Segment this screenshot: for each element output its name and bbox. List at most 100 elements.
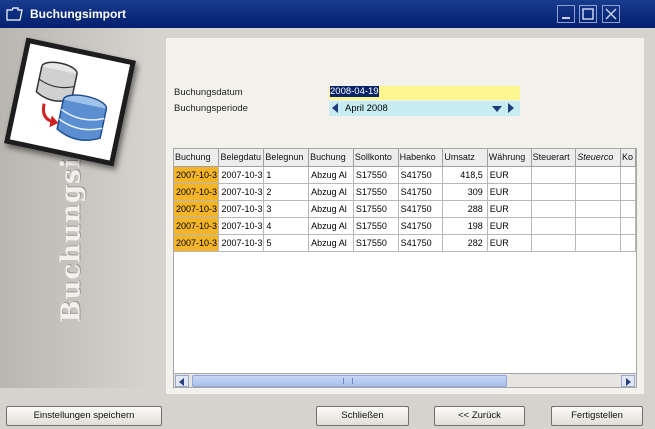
buchungsdatum-label: Buchungsdatum xyxy=(174,87,243,98)
table-cell[interactable]: S41750 xyxy=(398,234,444,252)
table-cell[interactable] xyxy=(531,183,577,201)
table-cell[interactable]: 2007-10-3 xyxy=(174,166,220,184)
table-cell[interactable] xyxy=(620,166,636,184)
table-cell[interactable] xyxy=(531,217,577,235)
title-bar[interactable]: Buchungsimport xyxy=(0,0,655,28)
previous-period-icon[interactable] xyxy=(332,103,338,113)
scrollbar-thumb[interactable] xyxy=(192,375,507,387)
table-cell[interactable]: Abzug Al xyxy=(308,217,354,235)
back-button[interactable]: << Zurück xyxy=(434,406,525,426)
table-cell[interactable]: Abzug Al xyxy=(308,166,354,184)
maximize-icon xyxy=(582,8,594,20)
database-import-logo xyxy=(3,37,137,167)
table-cell[interactable]: S17550 xyxy=(353,217,399,235)
table-cell[interactable] xyxy=(575,166,621,184)
save-settings-button[interactable]: Einstellungen speichern xyxy=(6,406,162,426)
table-cell[interactable]: S17550 xyxy=(353,166,399,184)
close-icon xyxy=(605,8,617,20)
scroll-right-icon[interactable] xyxy=(621,375,635,387)
table-cell[interactable]: 2007-10-3 xyxy=(174,217,220,235)
table-row[interactable]: 2007-10-3 2007-10-3 5 Abzug Al S17550 S4… xyxy=(174,234,636,252)
table-cell[interactable]: Abzug Al xyxy=(308,234,354,252)
database-transfer-icon xyxy=(35,61,108,141)
table-cell[interactable]: S17550 xyxy=(353,234,399,252)
table-cell[interactable] xyxy=(620,217,636,235)
table-row[interactable]: 2007-10-3 2007-10-3 3 Abzug Al S17550 S4… xyxy=(174,200,636,218)
table-cell[interactable]: 1 xyxy=(263,166,310,184)
table-cell[interactable]: Abzug Al xyxy=(308,200,354,218)
table-cell[interactable]: Abzug Al xyxy=(308,183,354,201)
table-cell[interactable]: 198 xyxy=(442,217,488,235)
table-cell[interactable] xyxy=(575,200,621,218)
column-header[interactable]: Währung xyxy=(487,149,532,167)
minimize-button[interactable] xyxy=(557,5,575,23)
table-cell[interactable]: S41750 xyxy=(398,217,444,235)
table-cell[interactable] xyxy=(531,166,577,184)
table-cell[interactable]: 4 xyxy=(263,217,310,235)
close-window-button[interactable] xyxy=(602,5,620,23)
wizard-side-panel: Buchungsimport xyxy=(0,28,150,388)
column-header[interactable]: Belegnun xyxy=(263,149,310,167)
table-cell[interactable]: 2007-10-3 xyxy=(218,183,265,201)
table-cell[interactable]: S41750 xyxy=(398,166,444,184)
table-row[interactable]: 2007-10-3 2007-10-3 4 Abzug Al S17550 S4… xyxy=(174,217,636,235)
column-header[interactable]: Habenko xyxy=(398,149,444,167)
column-header[interactable]: Steuerart xyxy=(531,149,577,167)
column-header[interactable]: Umsatz xyxy=(442,149,488,167)
table-cell[interactable] xyxy=(620,234,636,252)
column-header[interactable]: Sollkonto xyxy=(353,149,399,167)
table-cell[interactable]: 2007-10-3 xyxy=(218,166,265,184)
table-cell[interactable]: 2007-10-3 xyxy=(218,217,265,235)
column-header[interactable]: Belegdatu xyxy=(218,149,265,167)
table-cell[interactable]: EUR xyxy=(487,166,532,184)
next-period-icon[interactable] xyxy=(508,103,514,113)
table-cell[interactable]: 2007-10-3 xyxy=(174,183,220,201)
table-cell[interactable]: 309 xyxy=(442,183,488,201)
table-cell[interactable]: 2 xyxy=(263,183,310,201)
table-cell[interactable]: S17550 xyxy=(353,183,399,201)
buchungsperiode-value: April 2008 xyxy=(345,103,388,114)
table-cell[interactable] xyxy=(575,183,621,201)
column-header[interactable]: Ko xyxy=(620,149,636,167)
table-cell[interactable]: 288 xyxy=(442,200,488,218)
buchungsperiode-selector[interactable]: April 2008 xyxy=(329,101,520,116)
maximize-button[interactable] xyxy=(579,5,597,23)
table-cell[interactable]: 418,5 xyxy=(442,166,488,184)
table-cell[interactable]: S41750 xyxy=(398,200,444,218)
grip-icon xyxy=(343,378,353,384)
table-row[interactable]: 2007-10-3 2007-10-3 2 Abzug Al S17550 S4… xyxy=(174,183,636,201)
table-cell[interactable]: EUR xyxy=(487,200,532,218)
table-cell[interactable]: S41750 xyxy=(398,183,444,201)
table-cell[interactable]: 282 xyxy=(442,234,488,252)
table-cell[interactable]: 2007-10-3 xyxy=(174,234,220,252)
table-cell[interactable] xyxy=(620,200,636,218)
finish-button[interactable]: Fertigstellen xyxy=(551,406,643,426)
booking-grid[interactable]: Buchung Belegdatu Belegnun Buchung Sollk… xyxy=(173,148,637,374)
buchungsdatum-input[interactable]: 2008-04-19 xyxy=(329,86,520,100)
table-cell[interactable]: EUR xyxy=(487,183,532,201)
grid-header-row: Buchung Belegdatu Belegnun Buchung Sollk… xyxy=(174,149,636,167)
table-cell[interactable]: EUR xyxy=(487,217,532,235)
column-header[interactable]: Buchung xyxy=(308,149,354,167)
buchungsperiode-label: Buchungsperiode xyxy=(174,103,248,114)
column-header[interactable]: Buchung xyxy=(174,149,220,167)
table-cell[interactable]: 2007-10-3 xyxy=(218,234,265,252)
close-button[interactable]: Schließen xyxy=(316,406,409,426)
column-header[interactable]: Steuerco xyxy=(575,149,621,167)
scroll-left-icon[interactable] xyxy=(175,375,189,387)
table-cell[interactable]: 2007-10-3 xyxy=(218,200,265,218)
table-cell[interactable]: 5 xyxy=(263,234,310,252)
table-cell[interactable]: 2007-10-3 xyxy=(174,200,220,218)
minimize-icon xyxy=(562,17,570,19)
table-cell[interactable] xyxy=(620,183,636,201)
table-cell[interactable] xyxy=(575,217,621,235)
table-cell[interactable] xyxy=(575,234,621,252)
table-cell[interactable]: S17550 xyxy=(353,200,399,218)
dropdown-arrow-icon[interactable] xyxy=(492,106,502,112)
table-row[interactable]: 2007-10-3 2007-10-3 1 Abzug Al S17550 S4… xyxy=(174,166,636,184)
table-cell[interactable] xyxy=(531,200,577,218)
horizontal-scrollbar[interactable] xyxy=(173,373,637,388)
table-cell[interactable]: EUR xyxy=(487,234,532,252)
table-cell[interactable]: 3 xyxy=(263,200,310,218)
table-cell[interactable] xyxy=(531,234,577,252)
